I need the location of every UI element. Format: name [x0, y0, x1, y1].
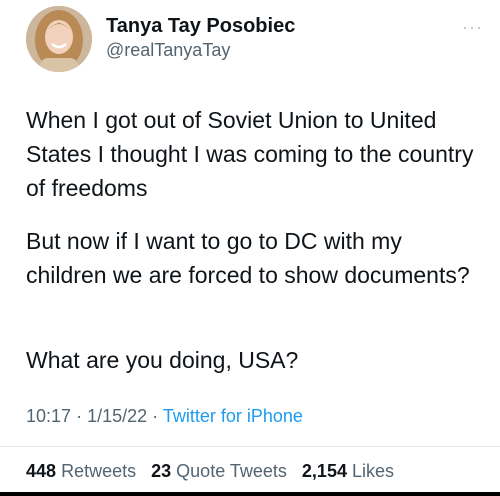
- quote-tweets-count: 23: [151, 461, 172, 481]
- author-handle[interactable]: @realTanyaTay: [106, 40, 230, 61]
- bottom-edge: [0, 492, 500, 496]
- engagement-stats: 448 Retweets 23 Quote Tweets 2,154 Likes: [26, 461, 404, 482]
- more-options-icon[interactable]: ···: [462, 18, 483, 36]
- tweet-date[interactable]: 1/15/22: [87, 406, 147, 426]
- retweets-stat[interactable]: 448 Retweets: [26, 461, 136, 481]
- tweet-source-link[interactable]: Twitter for iPhone: [163, 406, 303, 426]
- author-name[interactable]: Tanya Tay Posobiec: [106, 15, 295, 38]
- tweet-paragraph: But now if I want to go to DC with my ch…: [26, 228, 470, 288]
- divider: [0, 446, 500, 447]
- likes-label: Likes: [351, 461, 395, 481]
- tweet-metadata: 10:17 · 1/15/22 · Twitter for iPhone: [26, 406, 303, 427]
- likes-count: 2,154: [301, 461, 347, 481]
- quote-tweets-label: Quote Tweets: [176, 461, 287, 481]
- separator: ·: [76, 406, 83, 426]
- separator: ·: [152, 406, 159, 426]
- avatar[interactable]: [26, 6, 92, 72]
- retweets-count: 448: [26, 461, 57, 481]
- quote-tweets-stat[interactable]: 23 Quote Tweets: [151, 461, 287, 481]
- tweet-time[interactable]: 10:17: [26, 406, 71, 426]
- tweet-paragraph: When I got out of Soviet Union to United…: [26, 107, 474, 201]
- retweets-label: Retweets: [61, 461, 137, 481]
- avatar-image: [26, 6, 92, 72]
- tweet-paragraph: What are you doing, USA?: [26, 347, 299, 373]
- likes-stat[interactable]: 2,154 Likes: [302, 461, 394, 481]
